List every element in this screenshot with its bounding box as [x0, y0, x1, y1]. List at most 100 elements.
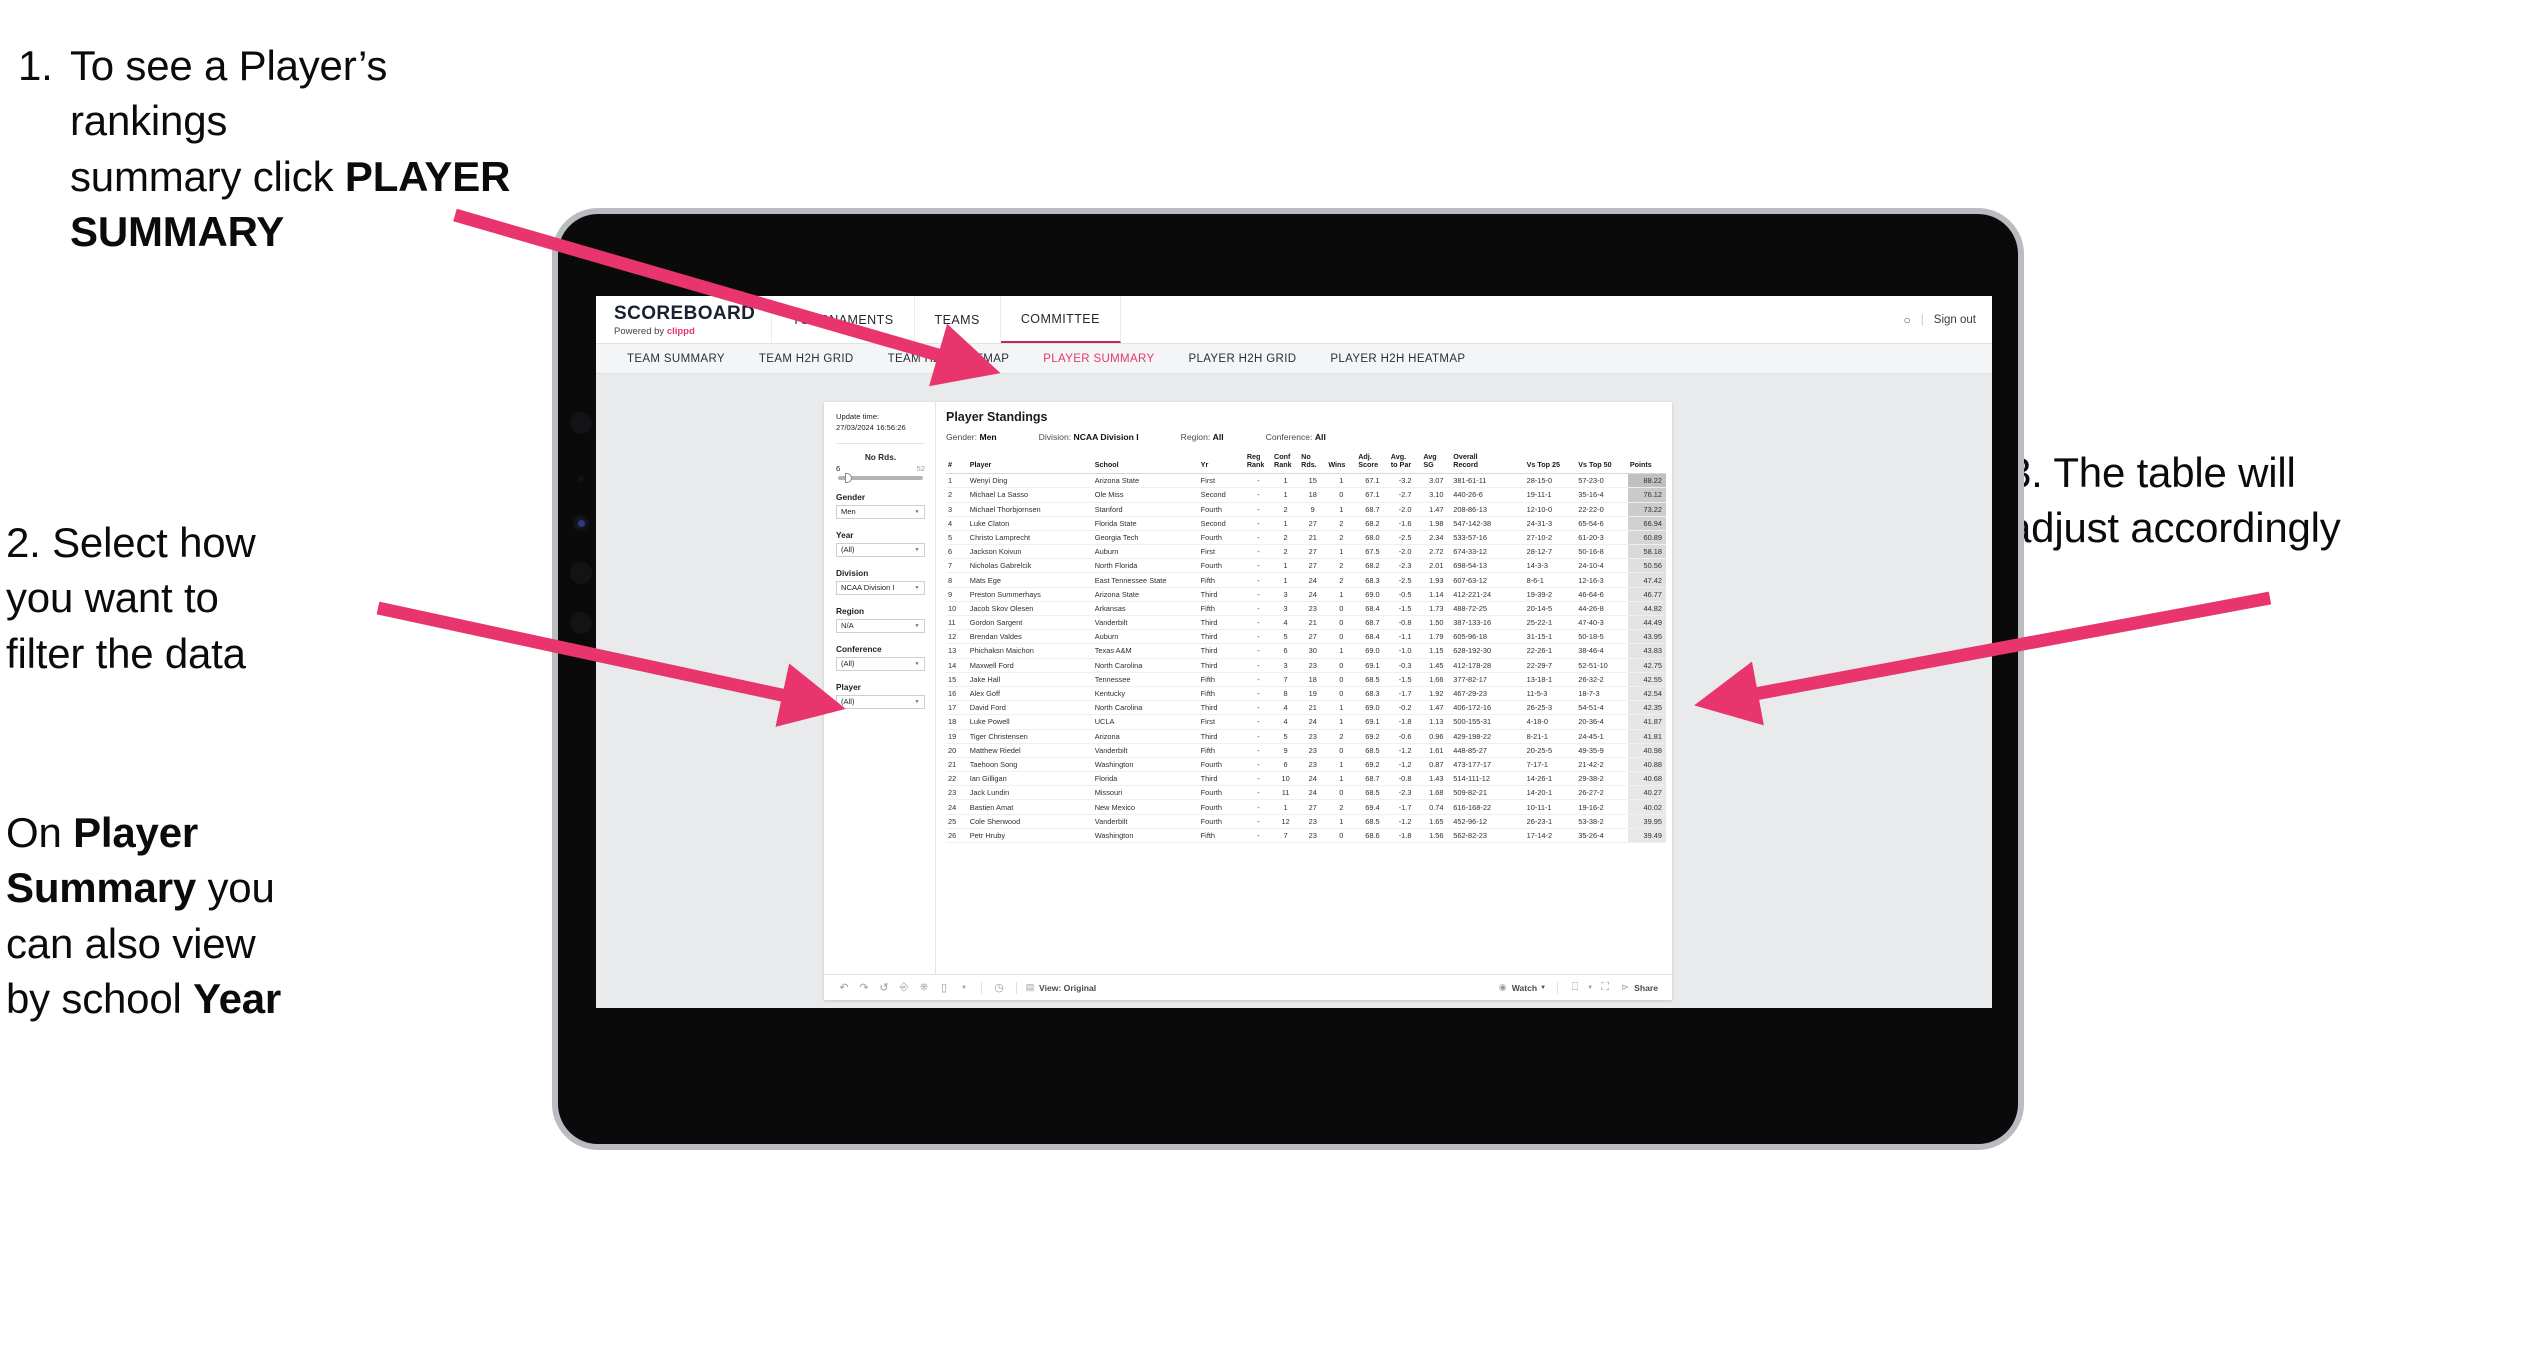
view-original-button[interactable]: ▤ View: Original	[1024, 982, 1096, 993]
standings-table-scroll[interactable]: # Player School Yr Reg Rank Conf Rank No Rds. Wins…	[946, 451, 1666, 974]
table-row[interactable]: 21 Taehoon Song Washington Fourth -6 23 1 69.2-…	[946, 757, 1666, 773]
cell-cr: 6	[1272, 757, 1300, 773]
filter-gender-select[interactable]: Men ▼	[836, 504, 925, 519]
table-row[interactable]: 8 Mats Ege East Tennessee State Fifth -1 24 2 6…	[946, 572, 1666, 588]
table-row[interactable]: 9 Preston Summerhays Arizona State Third -3 2…	[946, 587, 1666, 602]
filter-gender-label: Gender	[836, 491, 866, 502]
table-row[interactable]: 15 Jake Hall Tennessee Fifth -7 18 0 68.5 -1.5 1.…	[946, 672, 1666, 687]
cell-atp: -2.5	[1388, 572, 1422, 588]
col-header-yr[interactable]: Yr	[1198, 451, 1245, 475]
sign-out-button[interactable]: Sign out	[1934, 314, 1976, 326]
table-row[interactable]: 12 Brendan Valdes Auburn Third -5 27 0 68.4 -1.1…	[946, 629, 1666, 645]
undo-icon[interactable]: ↶	[834, 981, 854, 994]
table-row[interactable]: 10 Jacob Skov Olesen Arkansas Fifth -3 23 0 68.…	[946, 601, 1666, 617]
pause-icon[interactable]: ⎈	[914, 981, 934, 994]
cell-atp: -0.3	[1388, 658, 1422, 673]
table-row[interactable]: 4 Luke Claton Florida State Second -1 27 2 68.2…	[946, 516, 1666, 531]
tab-player-summary[interactable]: PLAYER SUMMARY	[1026, 353, 1171, 365]
col-header-win[interactable]: Wins	[1326, 451, 1357, 475]
table-row[interactable]: 5 Christo Lamprecht Georgia Tech Fourth -2 21…	[946, 530, 1666, 546]
col-header-rec[interactable]: Overall Record	[1451, 451, 1525, 475]
table-row[interactable]: 2 Michael La Sasso Ole Miss Second -1 18 0 67.1…	[946, 487, 1666, 503]
refresh-icon[interactable]: ⎆	[894, 981, 914, 994]
cell-rec: 208-86-13	[1451, 502, 1525, 517]
table-row[interactable]: 23 Jack Lundin Missouri Fourth -11 24 0 68.5 -2.…	[946, 785, 1666, 801]
clock-icon[interactable]: ◷	[989, 981, 1009, 994]
slider-handle[interactable]	[844, 472, 852, 483]
redo-icon[interactable]: ↷	[854, 981, 874, 994]
col-header-adj[interactable]: Adj. Score	[1356, 451, 1389, 475]
table-row[interactable]: 18 Luke Powell UCLA First -4 24 1 69.1 -1.8 1.13 5…	[946, 714, 1666, 730]
cell-pts: 76.12	[1627, 487, 1666, 503]
revert-icon[interactable]: ↺	[874, 981, 894, 994]
table-row[interactable]: 26 Petr Hruby Washington Fifth -7 23 0 68.6 -1.8…	[946, 828, 1666, 844]
table-row[interactable]: 24 Bastien Amat New Mexico Fourth -1 27 2 69.4-…	[946, 799, 1666, 815]
download-caret-icon[interactable]: ▼	[1585, 985, 1595, 991]
col-header-sch[interactable]: School	[1092, 451, 1199, 475]
logo-text: SCOREBOARD	[614, 302, 756, 324]
col-header-atp[interactable]: Avg. to Par	[1388, 451, 1422, 475]
slider-track[interactable]	[838, 472, 923, 483]
tab-player-h2h-heatmap[interactable]: PLAYER H2H HEATMAP	[1313, 353, 1482, 365]
tab-team-h2h-grid[interactable]: TEAM H2H GRID	[742, 353, 871, 365]
table-row[interactable]: 16 Alex Goff Kentucky Fifth -8 19 0 68.3 -1.7 1.9…	[946, 686, 1666, 702]
annotation-2b-seg6: by school	[6, 975, 194, 1023]
cell-sch: Auburn	[1092, 629, 1199, 645]
cell-t50: 57-23-0	[1576, 473, 1628, 489]
watch-button[interactable]: ◉ Watch ▼	[1497, 982, 1546, 993]
bezel-sensor-dot-low	[570, 612, 592, 634]
tab-player-h2h-grid[interactable]: PLAYER H2H GRID	[1171, 353, 1313, 365]
col-header-t50[interactable]: Vs Top 50	[1576, 451, 1628, 475]
col-header-t25[interactable]: Vs Top 25	[1524, 451, 1577, 475]
cell-yr: Third	[1198, 587, 1245, 602]
table-row[interactable]: 13 Phichaksn Maichon Texas A&M Third -6 30 1 69…	[946, 643, 1666, 659]
cell-sg: 2.01	[1421, 558, 1452, 574]
table-row[interactable]: 22 Ian Gilligan Florida Third -10 24 1 68.7 -0.8…	[946, 771, 1666, 787]
cell-sch: Kentucky	[1092, 686, 1199, 702]
table-row[interactable]: 6 Jackson Koivun Auburn First -2 27 1 67.5 -2.0 2…	[946, 544, 1666, 560]
tab-team-h2h-heatmap[interactable]: TEAM H2H HEATMAP	[871, 353, 1027, 365]
table-row[interactable]: 14 Maxwell Ford North Carolina Third -3 23 0 69…	[946, 658, 1666, 673]
filter-region-select[interactable]: N/A ▼	[836, 618, 925, 633]
col-header-nr[interactable]: No Rds.	[1299, 451, 1327, 475]
table-row[interactable]: 19 Tiger Christensen Arizona Third -5 23 2 69.2…	[946, 729, 1666, 744]
nav-tournaments[interactable]: TOURNAMENTS	[772, 296, 915, 343]
share-button[interactable]: ⊳ Share	[1619, 982, 1658, 993]
filter-player-select[interactable]: (All) ▼	[836, 694, 925, 709]
layout-icon[interactable]: ▯	[934, 981, 954, 994]
cell-rec: 616-168-22	[1451, 799, 1525, 815]
col-header-play[interactable]: Player	[967, 451, 1093, 475]
col-header-num[interactable]: #	[946, 451, 968, 475]
col-header-sg[interactable]: Avg SG	[1421, 451, 1452, 475]
account-icon[interactable]: ○	[1904, 313, 1911, 327]
table-row[interactable]: 3 Michael Thorbjornsen Stanford Fourth -2 9 1 6…	[946, 502, 1666, 517]
table-row[interactable]: 7 Nicholas Gabrelcik North Florida Fourth -1…	[946, 558, 1666, 574]
cell-win: 1	[1326, 502, 1357, 517]
col-header-cr[interactable]: Conf Rank	[1272, 451, 1300, 475]
filter-year-select[interactable]: (All) ▼	[836, 542, 925, 557]
cell-t50: 61-20-3	[1576, 530, 1628, 546]
logo-tagline: Powered by clippd	[614, 326, 755, 337]
no-rounds-slider[interactable]: No Rds. 6 52	[836, 452, 925, 483]
table-row[interactable]: 11 Gordon Sargent Vanderbilt Third -4 21 0 68.7…	[946, 615, 1666, 631]
table-row[interactable]: 25 Cole Sherwood Vanderbilt Fourth -12 23 1 68.…	[946, 814, 1666, 829]
fullscreen-icon[interactable]: ⛶	[1595, 981, 1615, 994]
cell-sg: 1.56	[1421, 828, 1452, 844]
cell-cr: 2	[1272, 544, 1300, 560]
table-row[interactable]: 1 Wenyi Ding Arizona State First -1 15 1 67.1 -3…	[946, 473, 1666, 489]
filter-division-select[interactable]: NCAA Division I ▼	[836, 580, 925, 595]
col-header-rr[interactable]: Reg Rank	[1244, 451, 1272, 475]
tab-team-summary[interactable]: TEAM SUMMARY	[610, 353, 742, 365]
col-header-pts[interactable]: Points	[1627, 451, 1666, 475]
filter-conference-select[interactable]: (All) ▼	[836, 656, 925, 671]
nav-teams[interactable]: TEAMS	[915, 296, 1001, 343]
nav-committee[interactable]: COMMITTEE	[1000, 296, 1121, 343]
cell-t25: 17-14-2	[1524, 828, 1577, 844]
layout-caret-icon[interactable]: ▼	[954, 985, 974, 991]
download-icon[interactable]: ⎕	[1565, 981, 1585, 994]
cell-atp: -3.2	[1388, 473, 1422, 489]
view-icon: ▤	[1025, 982, 1035, 992]
cell-win: 2	[1326, 516, 1357, 531]
table-row[interactable]: 20 Matthew Riedel Vanderbilt Fifth -9 23 0 68.5…	[946, 743, 1666, 758]
table-row[interactable]: 17 David Ford North Carolina Third -4 21 1 69.0…	[946, 700, 1666, 716]
